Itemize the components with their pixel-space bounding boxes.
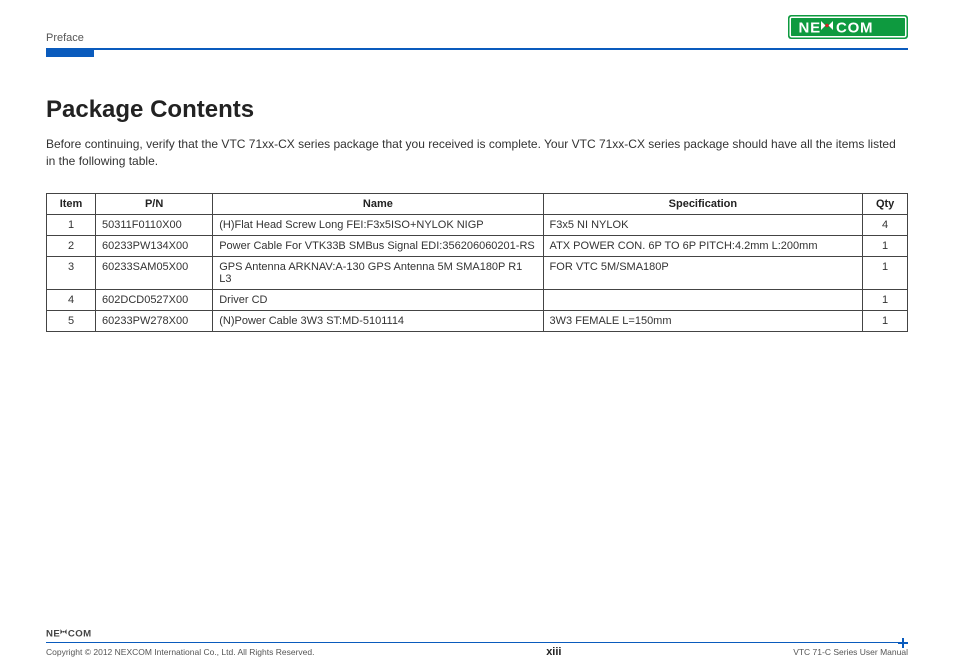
th-spec: Specification	[543, 193, 863, 214]
footer-row: Copyright © 2012 NEXCOM International Co…	[46, 646, 908, 658]
table-header-row: Item P/N Name Specification Qty	[47, 193, 908, 214]
cell-item: 3	[47, 256, 96, 289]
cell-qty: 1	[863, 256, 908, 289]
svg-text:NE: NE	[46, 629, 60, 640]
cell-spec: FOR VTC 5M/SMA180P	[543, 256, 863, 289]
cell-item: 1	[47, 214, 96, 235]
nexcom-logo-icon: NE COM	[788, 15, 908, 39]
document-page: Preface NE COM Package Contents Before c…	[0, 0, 954, 672]
cell-pn: 60233PW134X00	[96, 235, 213, 256]
cell-pn: 60233SAM05X00	[96, 256, 213, 289]
header-rule	[46, 48, 908, 50]
table-row: 1 50311F0110X00 (H)Flat Head Screw Long …	[47, 214, 908, 235]
table-row: 4 602DCD0527X00 Driver CD 1	[47, 289, 908, 310]
logo-top: NE COM	[788, 15, 908, 44]
page-number: xiii	[546, 646, 561, 658]
cell-pn: 602DCD0527X00	[96, 289, 213, 310]
cell-qty: 1	[863, 310, 908, 331]
intro-paragraph: Before continuing, verify that the VTC 7…	[46, 136, 906, 171]
cell-pn: 50311F0110X00	[96, 214, 213, 235]
package-contents-table: Item P/N Name Specification Qty 1 50311F…	[46, 193, 908, 332]
table-row: 2 60233PW134X00 Power Cable For VTK33B S…	[47, 235, 908, 256]
page-footer: NE COM Copyright © 2012 NEXCOM Internati…	[46, 626, 908, 658]
cell-item: 5	[47, 310, 96, 331]
th-qty: Qty	[863, 193, 908, 214]
doc-title: VTC 71-C Series User Manual	[793, 647, 908, 657]
footer-left: NE COM	[46, 626, 908, 642]
cell-spec: ATX POWER CON. 6P TO 6P PITCH:4.2mm L:20…	[543, 235, 863, 256]
cell-name: Power Cable For VTK33B SMBus Signal EDI:…	[213, 235, 543, 256]
table-row: 3 60233SAM05X00 GPS Antenna ARKNAV:A-130…	[47, 256, 908, 289]
table-row: 5 60233PW278X00 (N)Power Cable 3W3 ST:MD…	[47, 310, 908, 331]
cell-name: (N)Power Cable 3W3 ST:MD-5101114	[213, 310, 543, 331]
cell-qty: 4	[863, 214, 908, 235]
th-name: Name	[213, 193, 543, 214]
cell-item: 4	[47, 289, 96, 310]
cell-name: Driver CD	[213, 289, 543, 310]
header-rule-tab	[46, 50, 94, 57]
th-item: Item	[47, 193, 96, 214]
cell-spec: 3W3 FEMALE L=150mm	[543, 310, 863, 331]
cell-qty: 1	[863, 289, 908, 310]
th-pn: P/N	[96, 193, 213, 214]
section-label: Preface	[46, 32, 84, 44]
svg-text:NE: NE	[799, 19, 821, 36]
footer-rule	[46, 642, 908, 643]
cell-pn: 60233PW278X00	[96, 310, 213, 331]
svg-text:COM: COM	[68, 629, 92, 640]
page-body: Package Contents Before continuing, veri…	[46, 96, 908, 332]
page-title: Package Contents	[46, 96, 908, 124]
cell-name: GPS Antenna ARKNAV:A-130 GPS Antenna 5M …	[213, 256, 543, 289]
copyright: Copyright © 2012 NEXCOM International Co…	[46, 647, 314, 657]
cell-spec: F3x5 NI NYLOK	[543, 214, 863, 235]
nexcom-logo-footer-icon: NE COM	[46, 626, 116, 640]
cell-name: (H)Flat Head Screw Long FEI:F3x5ISO+NYLO…	[213, 214, 543, 235]
cell-spec	[543, 289, 863, 310]
cell-item: 2	[47, 235, 96, 256]
footer-cross-icon	[898, 638, 908, 648]
cell-qty: 1	[863, 235, 908, 256]
page-header: Preface NE COM	[46, 18, 908, 44]
svg-text:COM: COM	[836, 19, 873, 36]
